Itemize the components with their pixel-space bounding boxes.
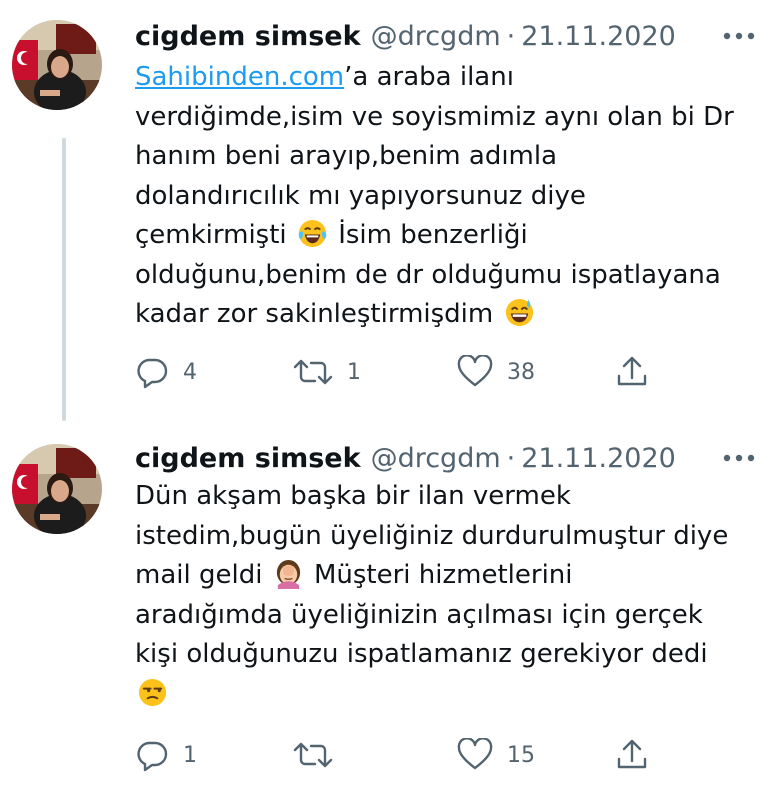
tweet-line: olduğunu,benim de dr olduğumu ispatlayan… xyxy=(135,259,721,290)
tweet-line: Dün akşam başka bir ilan vermek xyxy=(135,481,571,511)
share-icon xyxy=(617,739,647,769)
tweet-line: çemkirmişti İsim benzerliği xyxy=(135,216,765,256)
tweet-line: verdiğimde,isim ve soyismimiz aynı olan … xyxy=(135,101,734,132)
like-count: 15 xyxy=(507,742,535,768)
share-button[interactable] xyxy=(615,350,649,394)
reply-button[interactable]: 4 xyxy=(135,350,197,394)
tweet-header: cigdem simsek @drcgdm · 21.11.2020 xyxy=(135,438,759,478)
tweet-header: cigdem simsek @drcgdm · 21.11.2020 xyxy=(135,16,759,56)
tweet-date[interactable]: 21.11.2020 xyxy=(521,443,676,474)
heart-icon xyxy=(457,738,493,770)
author-name[interactable]: cigdem simsek xyxy=(135,21,361,52)
tweet-text: Dün akşam başka bir ilan vermek istedim,… xyxy=(135,477,765,714)
reply-icon xyxy=(137,358,168,389)
woman-facepalming-icon xyxy=(276,559,300,589)
like-button[interactable]: 38 xyxy=(457,350,535,394)
tweet-line-text: İsim benzerliği xyxy=(338,220,528,250)
tweet-line-text: çemkirmişti xyxy=(135,220,287,250)
share-icon xyxy=(617,356,647,386)
author-handle[interactable]: @drcgdm xyxy=(371,443,501,474)
reply-button[interactable]: 1 xyxy=(135,733,197,777)
grinning-face-with-sweat-icon xyxy=(505,298,533,327)
tweet-line-text: kadar zor sakinleştirmişdim xyxy=(135,299,494,329)
tweet-line-text: Müşteri hizmetlerini xyxy=(313,560,573,590)
unamused-face-icon xyxy=(138,678,167,706)
tweet-line: aradığımda üyeliğinizin açılması için ge… xyxy=(135,599,703,630)
tweet-line: Sahibinden.com’a araba ilanı xyxy=(135,58,765,98)
share-button[interactable] xyxy=(615,733,649,777)
author-handle[interactable]: @drcgdm xyxy=(371,21,501,52)
tweet-line-text: ’a araba ilanı xyxy=(344,62,514,92)
retweet-count: 1 xyxy=(347,359,361,385)
separator-dot: · xyxy=(506,20,516,52)
separator-dot: · xyxy=(506,442,516,474)
tweet-actions: 4 1 38 xyxy=(135,350,695,394)
tweet-link[interactable]: Sahibinden.com xyxy=(135,62,344,92)
reply-count: 4 xyxy=(183,359,197,385)
tweet-line xyxy=(135,675,765,715)
retweet-icon xyxy=(293,742,333,768)
retweet-button[interactable] xyxy=(293,733,347,777)
thread-connector-line xyxy=(62,138,66,421)
like-count: 38 xyxy=(507,359,535,385)
tweet-line: hanım beni arayıp,benim adımla xyxy=(135,141,558,171)
tweet[interactable]: cigdem simsek @drcgdm · 21.11.2020 Dün a… xyxy=(0,420,775,789)
tweet-line: kadar zor sakinleştirmişdim xyxy=(135,295,765,335)
tweet-date[interactable]: 21.11.2020 xyxy=(521,21,676,52)
more-horizontal-icon[interactable] xyxy=(719,446,759,470)
avatar[interactable] xyxy=(12,20,102,110)
reply-icon xyxy=(137,741,168,772)
retweet-icon xyxy=(293,359,333,385)
retweet-button[interactable]: 1 xyxy=(293,350,361,394)
tweet-line-text: mail geldi xyxy=(135,560,263,590)
like-button[interactable]: 15 xyxy=(457,733,535,777)
avatar[interactable] xyxy=(12,444,102,534)
heart-icon xyxy=(457,355,493,387)
more-horizontal-icon[interactable] xyxy=(719,24,759,48)
face-with-tears-of-joy-icon xyxy=(298,219,327,248)
author-name[interactable]: cigdem simsek xyxy=(135,443,361,474)
tweet-line: dolandırıcılık mı yapıyorsunuz diye xyxy=(135,180,586,211)
tweet[interactable]: cigdem simsek @drcgdm · 21.11.2020 Sahib… xyxy=(0,0,775,421)
tweet-line: mail geldi Müşteri hizmetlerini xyxy=(135,556,765,596)
tweet-actions: 1 15 xyxy=(135,733,695,777)
reply-count: 1 xyxy=(183,742,197,768)
tweet-line: istedim,bugün üyeliğiniz durdurulmuştur … xyxy=(135,520,729,551)
tweet-line: kişi olduğunuzu ispatlamanız gerekiyor d… xyxy=(135,639,708,669)
tweet-text: Sahibinden.com’a araba ilanı verdiğimde,… xyxy=(135,58,765,335)
